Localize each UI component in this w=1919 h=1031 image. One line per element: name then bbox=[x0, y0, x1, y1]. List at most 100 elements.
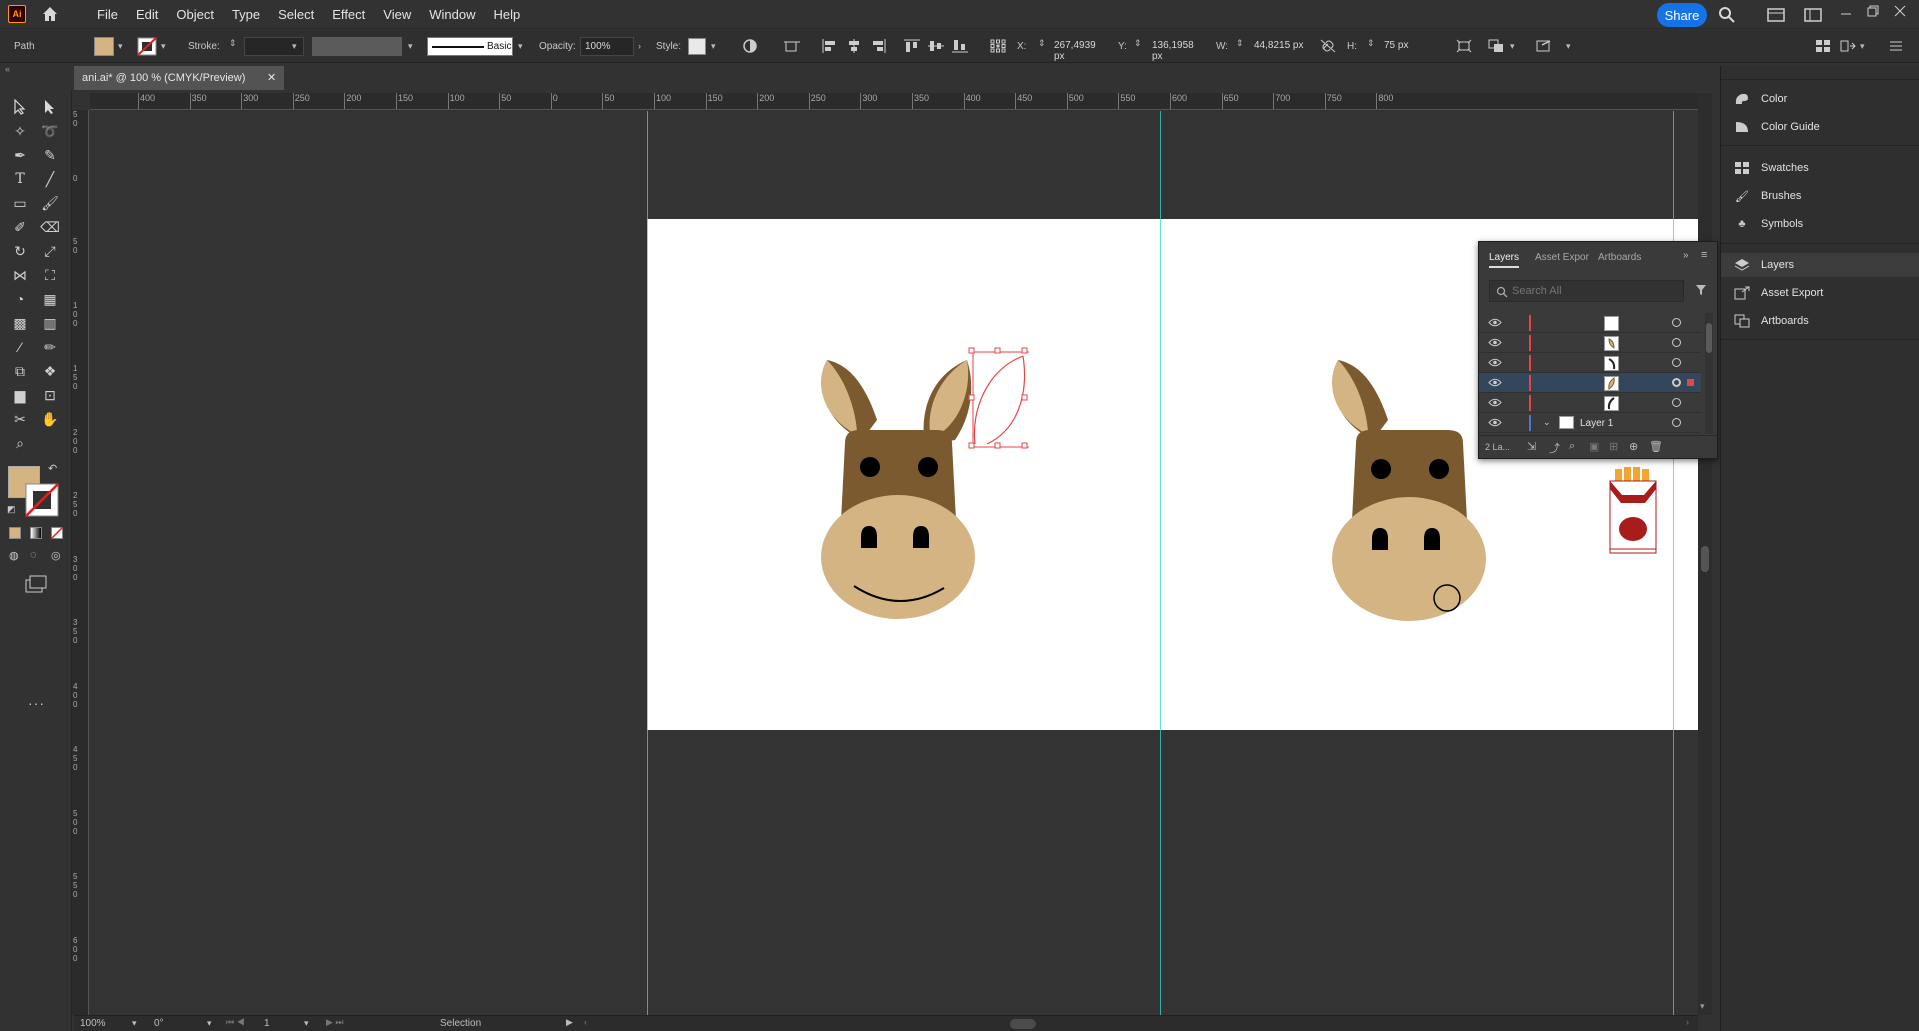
w-stepper-icon[interactable]: ⇕ bbox=[1236, 38, 1244, 49]
visibility-eye-icon[interactable] bbox=[1488, 358, 1502, 367]
selection-tool-icon[interactable] bbox=[9, 96, 31, 118]
menu-window[interactable]: Window bbox=[420, 7, 484, 22]
draw-normal-icon[interactable]: ◍ bbox=[9, 549, 19, 562]
zoom-level[interactable]: 100% bbox=[80, 1018, 106, 1029]
menu-object[interactable]: Object bbox=[167, 7, 223, 22]
layer-row[interactable] bbox=[1479, 353, 1701, 373]
export-icon[interactable]: ⤴ bbox=[1549, 440, 1560, 456]
visibility-eye-icon[interactable] bbox=[1488, 378, 1502, 387]
tab-artboards[interactable]: Artboards bbox=[1598, 252, 1641, 263]
expand-chevron-icon[interactable]: ⌄ bbox=[1543, 417, 1551, 428]
measure-tool-icon[interactable]: ✏ bbox=[39, 336, 61, 358]
style-dropdown-icon[interactable]: ▾ bbox=[711, 41, 716, 52]
artboard-number[interactable]: 1 bbox=[264, 1018, 270, 1029]
menu-file[interactable]: File bbox=[88, 7, 127, 22]
dock-brushes[interactable]: 🖌 Brushes bbox=[1733, 184, 1917, 208]
home-icon[interactable] bbox=[40, 4, 60, 24]
align-middle-icon[interactable] bbox=[928, 39, 944, 53]
rectangle-tool-icon[interactable]: ▭ bbox=[9, 192, 31, 214]
artboard-tool-icon[interactable]: ⊡ bbox=[39, 384, 61, 406]
dock-artboards[interactable]: Artboards bbox=[1733, 309, 1917, 333]
scroll-down-icon[interactable]: ▾ bbox=[1700, 1001, 1705, 1012]
close-icon[interactable] bbox=[1894, 5, 1906, 17]
canvas[interactable] bbox=[90, 111, 1698, 1015]
left-nostril[interactable] bbox=[861, 526, 877, 548]
artboard-options-icon[interactable] bbox=[784, 39, 800, 53]
gradient-tool-icon[interactable]: ▥ bbox=[39, 312, 61, 334]
layers-search[interactable] bbox=[1489, 280, 1684, 302]
v-scroll-thumb[interactable] bbox=[1701, 546, 1709, 572]
right-nostril[interactable] bbox=[913, 526, 929, 548]
opacity-input[interactable]: 100% bbox=[580, 37, 634, 56]
stroke-weight-dropdown-icon[interactable]: ▾ bbox=[292, 41, 297, 52]
h-stepper-icon[interactable]: ⇕ bbox=[1367, 38, 1375, 49]
layer-row-layer-1[interactable]: ⌄ Layer 1 bbox=[1479, 413, 1701, 433]
x-stepper-icon[interactable]: ⇕ bbox=[1038, 38, 1046, 49]
cigarette-pack[interactable] bbox=[1607, 461, 1659, 557]
shape-mode-dropdown-icon[interactable]: ▾ bbox=[1510, 41, 1515, 52]
column-graph-tool-icon[interactable]: ▆ bbox=[9, 384, 31, 406]
screen-mode-icon[interactable] bbox=[25, 575, 47, 593]
opacity-arrow-icon[interactable]: › bbox=[638, 41, 641, 51]
arrange-dropdown-icon[interactable]: ▾ bbox=[1860, 41, 1865, 52]
profile-dropdown-icon[interactable]: ▾ bbox=[408, 41, 413, 52]
menu-view[interactable]: View bbox=[374, 7, 420, 22]
target-circle-icon[interactable] bbox=[1672, 378, 1681, 387]
dock-color-guide[interactable]: Color Guide bbox=[1733, 115, 1917, 139]
draw-behind-icon[interactable]: ◌ bbox=[30, 549, 37, 561]
panel-menu-icon[interactable]: ≡ bbox=[1701, 249, 1707, 261]
layer-name[interactable]: Layer 1 bbox=[1580, 418, 1613, 429]
edit-toolbar-icon[interactable]: ··· bbox=[28, 695, 45, 711]
artboard-dropdown-icon[interactable]: ▾ bbox=[304, 1018, 309, 1029]
left-nostril[interactable] bbox=[1372, 528, 1388, 550]
eraser-tool-icon[interactable]: ⌫ bbox=[39, 216, 61, 238]
guide-line[interactable] bbox=[1160, 111, 1161, 1015]
guide-line[interactable] bbox=[647, 111, 648, 1015]
next-artboard-icon[interactable]: ▶ ⏭ bbox=[326, 1017, 344, 1028]
layer-row[interactable] bbox=[1479, 393, 1701, 413]
align-bottom-icon[interactable] bbox=[952, 39, 968, 53]
brush-dropdown-icon[interactable]: ▾ bbox=[518, 41, 523, 52]
visibility-eye-icon[interactable] bbox=[1488, 398, 1502, 407]
filter-icon[interactable] bbox=[1695, 284, 1707, 296]
slice-tool-icon[interactable]: ✂ bbox=[9, 408, 31, 430]
left-ear[interactable] bbox=[820, 360, 877, 440]
target-circle-icon[interactable] bbox=[1672, 338, 1681, 347]
perspective-grid-tool-icon[interactable]: ▦ bbox=[39, 288, 61, 310]
gradient-mode-icon[interactable] bbox=[30, 527, 42, 539]
layers-scroll-thumb[interactable] bbox=[1706, 323, 1712, 353]
selection-indicator[interactable] bbox=[1687, 379, 1694, 386]
search-icon[interactable] bbox=[1718, 6, 1736, 24]
curvature-tool-icon[interactable]: ✎ bbox=[39, 144, 61, 166]
layer-row[interactable] bbox=[1479, 313, 1701, 333]
menu-type[interactable]: Type bbox=[223, 7, 269, 22]
minimize-icon[interactable] bbox=[1840, 8, 1852, 20]
arrange-documents-icon[interactable] bbox=[1767, 7, 1785, 23]
color-mode-icon[interactable] bbox=[9, 527, 21, 539]
fill-dropdown-icon[interactable]: ▾ bbox=[118, 41, 123, 52]
menu-effect[interactable]: Effect bbox=[323, 7, 374, 22]
target-circle-icon[interactable] bbox=[1672, 358, 1681, 367]
menu-select[interactable]: Select bbox=[269, 7, 323, 22]
visibility-eye-icon[interactable] bbox=[1488, 418, 1502, 427]
selection-handles[interactable] bbox=[968, 347, 1028, 449]
paintbrush-tool-icon[interactable]: 🖌 bbox=[39, 192, 61, 214]
locate-object-icon[interactable]: ⌕ bbox=[1569, 440, 1575, 453]
dock-layers[interactable]: Layers bbox=[1721, 253, 1919, 277]
stroke-stepper-icon[interactable]: ⇕ bbox=[229, 38, 237, 49]
status-menu-icon[interactable]: ▶ bbox=[566, 1017, 573, 1028]
line-tool-icon[interactable]: ╱ bbox=[39, 168, 61, 190]
dock-symbols[interactable]: ♣ Symbols bbox=[1733, 212, 1917, 236]
x-input[interactable]: 267,4939 px bbox=[1050, 37, 1112, 62]
document-tab[interactable]: ani.ai* @ 100 % (CMYK/Preview) ✕ bbox=[74, 66, 284, 90]
left-eye[interactable] bbox=[860, 457, 880, 477]
layers-search-input[interactable] bbox=[1512, 283, 1672, 299]
muzzle[interactable] bbox=[1332, 497, 1486, 621]
close-tab-icon[interactable]: ✕ bbox=[267, 71, 276, 84]
hand-tool-icon[interactable]: ✋ bbox=[39, 408, 61, 430]
align-center-icon[interactable] bbox=[846, 39, 862, 53]
scroll-left-icon[interactable]: ‹ bbox=[584, 1017, 587, 1027]
left-eye[interactable] bbox=[1371, 459, 1391, 479]
symbol-sprayer-tool-icon[interactable]: ❖ bbox=[39, 360, 61, 382]
panel-options-icon[interactable] bbox=[1888, 39, 1904, 53]
